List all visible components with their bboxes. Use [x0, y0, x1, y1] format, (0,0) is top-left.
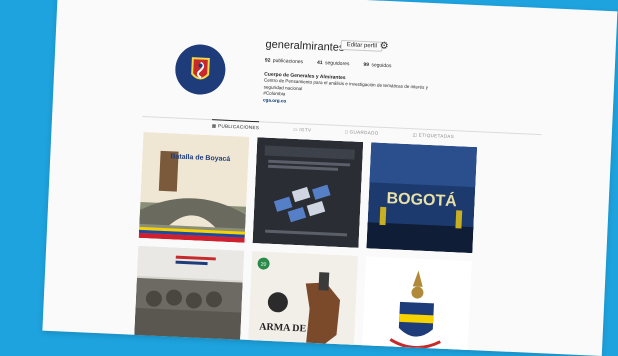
stat-followers[interactable]: 41 seguidores [317, 60, 350, 67]
post-title: ARMA DE [259, 321, 307, 334]
stat-following[interactable]: 99 seguidos [363, 62, 391, 69]
tab-etiquetadas[interactable]: ◫ ETIQUETADAS [412, 129, 454, 140]
profile-avatar[interactable] [174, 43, 227, 96]
bookmark-icon: ▯ [345, 129, 349, 135]
instagram-profile-card: generalmirantes Editar perfil ⚙ 92 publi… [42, 0, 618, 356]
tab-guardado[interactable]: ▯ GUARDADO [345, 126, 379, 137]
profile-username: generalmirantes [265, 38, 345, 55]
post-thumbnail[interactable] [361, 256, 472, 356]
post-thumbnail[interactable]: BOGOTÁ [366, 142, 478, 254]
gear-icon[interactable]: ⚙ [379, 41, 388, 52]
post-thumbnail[interactable] [252, 137, 364, 248]
profile-bio: Cuerpo de Generales y Almirantes Centro … [263, 71, 494, 113]
tv-icon: ▭ [293, 126, 298, 133]
post-thumbnail[interactable]: 20 ARMA DE [247, 251, 359, 356]
profile-stats: 92 publicaciones 41 seguidores 99 seguid… [265, 57, 392, 69]
stat-posts[interactable]: 92 publicaciones [265, 57, 303, 65]
tab-publicaciones[interactable]: ▦ PUBLICACIONES [212, 120, 260, 131]
posts-grid: Batalla de Boyacá BOGOTÁ 20 ARMA DE [133, 132, 478, 356]
grid-icon: ▦ [211, 123, 217, 129]
post-thumbnail[interactable] [133, 245, 245, 356]
tag-icon: ◫ [412, 132, 418, 138]
tab-igtv[interactable]: ▭ IGTV [293, 124, 312, 134]
post-subtitle: 20 [261, 261, 267, 267]
edit-profile-button[interactable]: Editar perfil [340, 39, 384, 52]
post-thumbnail[interactable]: Batalla de Boyacá [138, 132, 250, 243]
